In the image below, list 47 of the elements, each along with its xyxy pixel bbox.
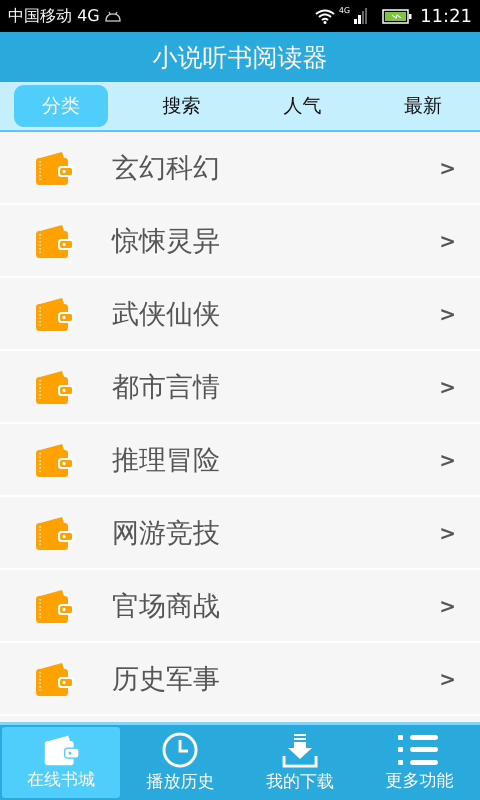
category-item[interactable]: 都市言情 >	[0, 351, 480, 422]
chevron: >	[439, 374, 456, 398]
category-label: 玄幻科幻	[112, 152, 221, 186]
category-item[interactable]: 武侠仙侠 >	[0, 278, 480, 349]
wallet-icon	[34, 370, 74, 404]
wallet-icon	[34, 662, 74, 696]
wallet-icon	[34, 516, 74, 550]
battery-icon	[382, 8, 412, 24]
category-item[interactable]: 历史军事 >	[0, 643, 480, 714]
category-label: 网游竞技	[112, 516, 221, 550]
category-item[interactable]: 网游竞技 >	[0, 497, 480, 568]
chevron: >	[439, 228, 456, 252]
wallet-icon	[34, 442, 74, 476]
category-item[interactable]: 官场商战 >	[0, 570, 480, 641]
menu-icon	[398, 733, 440, 767]
download-icon	[282, 732, 318, 768]
tab[interactable]: 最新	[376, 85, 470, 127]
android-icon	[104, 10, 122, 22]
clock-text: 11:21	[420, 6, 472, 26]
category-label: 都市言情	[112, 370, 221, 404]
category-label: 官场商战	[112, 590, 221, 624]
chevron: >	[439, 156, 456, 180]
wallet-icon	[42, 734, 79, 766]
category-item[interactable]: 惊悚灵异 >	[0, 205, 480, 276]
wifi-icon	[314, 8, 335, 24]
clock-icon	[162, 732, 198, 768]
signal-icon	[354, 8, 368, 24]
category-item[interactable]: 玄幻科幻 >	[0, 132, 480, 203]
tab[interactable]: 人气	[255, 85, 350, 127]
carrier-text: 中国移动 4G	[8, 6, 100, 26]
chevron: >	[439, 448, 456, 472]
chevron: >	[439, 302, 456, 326]
category-label: 推理冒险	[112, 444, 221, 478]
wallet-icon	[34, 588, 74, 622]
app-title: 小说听书阅读器	[152, 42, 328, 74]
chevron: >	[439, 666, 456, 690]
tab[interactable]: 搜索	[134, 85, 229, 127]
category-label: 历史军事	[112, 662, 221, 696]
wallet-icon	[34, 150, 74, 184]
wallet-icon	[34, 224, 74, 258]
chevron: >	[439, 594, 456, 618]
category-item[interactable]: 推理冒险 >	[0, 424, 480, 495]
network-type: 4G	[338, 6, 350, 15]
chevron: >	[439, 520, 456, 544]
category-label: 惊悚灵异	[112, 224, 221, 258]
wallet-icon	[34, 296, 74, 330]
category-label: 武侠仙侠	[112, 298, 221, 332]
